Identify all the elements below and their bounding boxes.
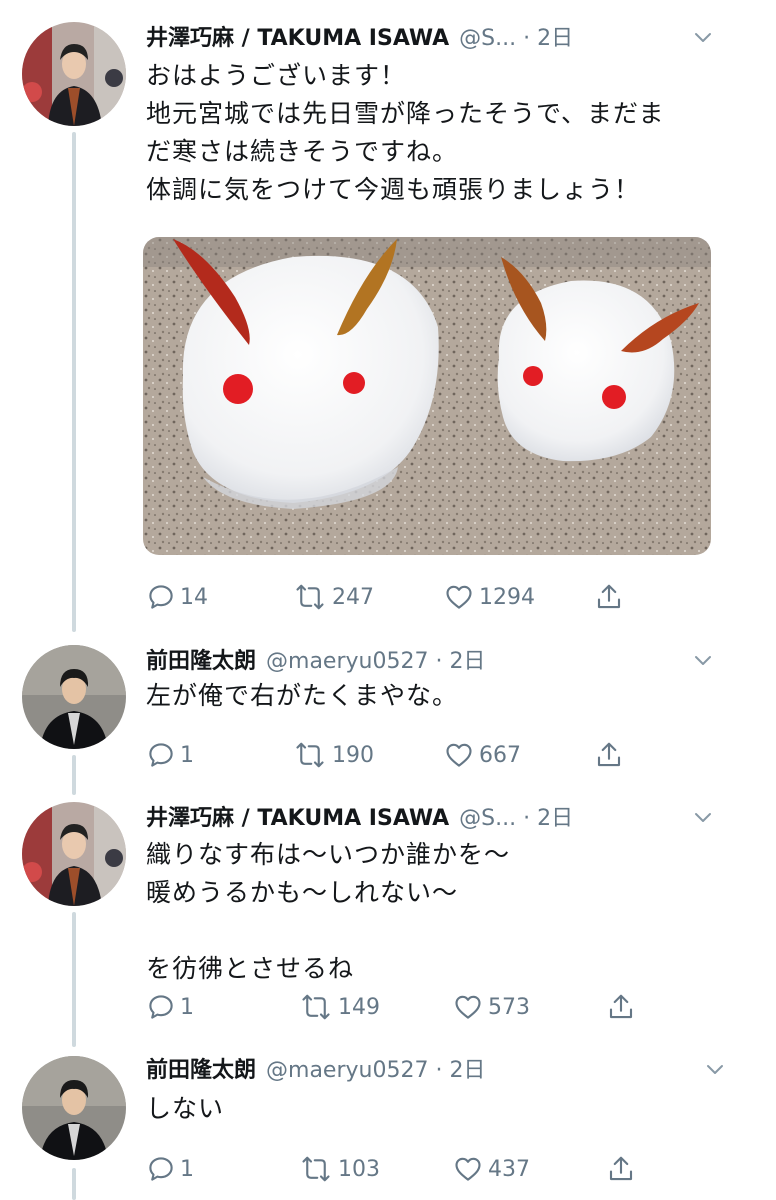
retweet-count: 247 — [332, 584, 374, 610]
thread-line — [72, 755, 76, 795]
retweet-icon — [296, 584, 324, 610]
reply-button[interactable]: 14 — [146, 580, 208, 614]
retweet-count: 190 — [332, 742, 374, 768]
avatar[interactable] — [22, 1056, 126, 1160]
share-button[interactable] — [594, 580, 624, 614]
share-icon — [597, 742, 621, 767]
retweet-button[interactable]: 103 — [298, 1152, 380, 1186]
reply-count: 1 — [180, 994, 194, 1020]
reply-button[interactable]: 1 — [146, 990, 194, 1024]
retweet-button[interactable]: 190 — [292, 738, 374, 772]
tweet-text: 織りなす布は〜いつか誰かを〜 暖めうるかも〜しれない〜 を彷彿とさせるね — [146, 836, 510, 988]
tweet-line: おはようございます！ — [146, 61, 407, 90]
tweet-photo[interactable] — [143, 237, 711, 555]
tweet-text: しない — [146, 1090, 224, 1128]
tweet-line: 織りなす布は〜いつか誰かを〜 — [146, 840, 511, 869]
reply-icon — [149, 995, 173, 1019]
display-name[interactable]: 前田隆太朗 — [146, 643, 256, 675]
tweet-actions: 1 190 667 — [146, 738, 646, 772]
thread-line — [72, 132, 76, 632]
like-count: 437 — [488, 1156, 530, 1182]
share-button[interactable] — [594, 738, 624, 772]
reply-icon — [149, 743, 173, 767]
reply-button[interactable]: 1 — [146, 1152, 194, 1186]
retweet-icon — [302, 1156, 330, 1182]
tweet-line: 左が俺で右がたくまやな。 — [146, 681, 459, 710]
avatar[interactable] — [22, 802, 126, 906]
share-button[interactable] — [606, 1152, 636, 1186]
like-count: 1294 — [479, 584, 535, 610]
chevron-down-icon[interactable] — [694, 651, 712, 669]
like-icon — [446, 743, 472, 767]
share-icon — [609, 994, 633, 1019]
like-button[interactable]: 573 — [452, 990, 530, 1024]
reply-button[interactable]: 1 — [146, 738, 194, 772]
like-button[interactable]: 437 — [452, 1152, 530, 1186]
like-icon — [455, 1157, 481, 1181]
like-count: 573 — [488, 994, 530, 1020]
like-count: 667 — [479, 742, 521, 768]
tweet-line — [146, 912, 510, 950]
retweet-count: 103 — [338, 1156, 380, 1182]
tweet-actions: 1 103 437 — [146, 1152, 646, 1186]
tweet-header: 前田隆太朗 @maeryu0527 · 2日 — [146, 641, 485, 677]
reply-count: 14 — [180, 584, 208, 610]
tweet-text: おはようございます！ 地元宮城では先日雪が降ったそうで、まだま だ寒さは続きそう… — [146, 57, 665, 209]
tweet-text: 左が俺で右がたくまやな。 — [146, 677, 458, 715]
thread-line — [72, 1168, 76, 1200]
tweet-actions: 14 247 1294 — [146, 580, 646, 614]
share-button[interactable] — [606, 990, 636, 1024]
avatar[interactable] — [22, 22, 126, 126]
reply-count: 1 — [180, 1156, 194, 1182]
display-name[interactable]: 前田隆太朗 — [146, 1052, 256, 1084]
avatar[interactable] — [22, 645, 126, 749]
tweet-actions: 1 149 573 — [146, 990, 646, 1024]
tweet-line: を彷彿とさせるね — [146, 954, 355, 983]
retweet-icon — [302, 994, 330, 1020]
reply-icon — [149, 1157, 173, 1181]
tweet-line: だ寒さは続きそうですね。 — [146, 137, 459, 166]
thread-line — [72, 912, 76, 1047]
share-icon — [609, 1156, 633, 1181]
display-name[interactable]: 井澤巧麻 / TAKUMA ISAWA — [146, 800, 449, 832]
like-icon — [446, 585, 472, 609]
chevron-down-icon[interactable] — [694, 28, 712, 46]
like-icon — [455, 995, 481, 1019]
chevron-down-icon[interactable] — [706, 1060, 724, 1078]
handle-and-time[interactable]: @S... · 2日 — [459, 20, 573, 52]
tweet-line: 体調に気をつけて今週も頑張りましょう！ — [146, 175, 641, 204]
like-button[interactable]: 667 — [443, 738, 521, 772]
retweet-icon — [296, 742, 324, 768]
tweet-header: 井澤巧麻 / TAKUMA ISAWA @S... · 2日 — [146, 798, 573, 834]
like-button[interactable]: 1294 — [443, 580, 535, 614]
handle-and-time[interactable]: @S... · 2日 — [459, 800, 573, 832]
tweet-line: 暖めうるかも〜しれない〜 — [146, 878, 459, 907]
tweet-header: 前田隆太朗 @maeryu0527 · 2日 — [146, 1050, 485, 1086]
handle-and-time[interactable]: @maeryu0527 · 2日 — [266, 1052, 485, 1084]
reply-count: 1 — [180, 742, 194, 768]
retweet-button[interactable]: 149 — [298, 990, 380, 1024]
retweet-count: 149 — [338, 994, 380, 1020]
tweet-header: 井澤巧麻 / TAKUMA ISAWA @S... · 2日 — [146, 18, 573, 54]
tweet-line: しない — [146, 1094, 225, 1123]
chevron-down-icon[interactable] — [694, 808, 712, 826]
reply-icon — [149, 585, 173, 609]
retweet-button[interactable]: 247 — [292, 580, 374, 614]
handle-and-time[interactable]: @maeryu0527 · 2日 — [266, 643, 485, 675]
display-name[interactable]: 井澤巧麻 / TAKUMA ISAWA — [146, 20, 449, 52]
tweet-line: 地元宮城では先日雪が降ったそうで、まだま — [146, 99, 665, 128]
share-icon — [597, 584, 621, 609]
